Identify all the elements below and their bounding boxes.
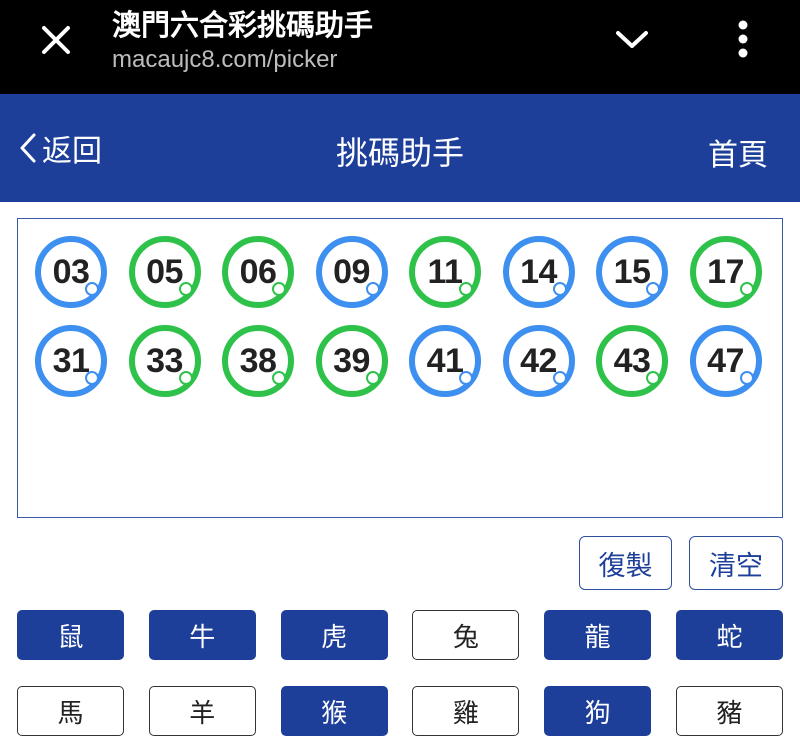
number-ball[interactable]: 11 (409, 236, 481, 308)
number-ball[interactable]: 33 (128, 325, 201, 397)
more-options-button[interactable] (720, 14, 766, 64)
zodiac-button[interactable]: 虎 (280, 610, 388, 660)
zodiac-button[interactable]: 狗 (544, 686, 652, 736)
chevron-down-icon (616, 31, 648, 48)
ball-gloss-icon (272, 371, 286, 385)
number-ball-grid: 03 05 06 09 11 14 15 17 31 33 38 39 41 42 43 47 (35, 236, 775, 397)
ball-gloss-icon (552, 371, 567, 385)
zodiac-button[interactable]: 蛇 (675, 610, 783, 660)
zodiac-button[interactable]: 牛 (148, 610, 256, 660)
ball-gloss-icon (459, 282, 473, 296)
zodiac-button[interactable]: 猴 (280, 686, 388, 736)
ball-number: 38 (239, 341, 277, 380)
ball-number: 42 (520, 341, 557, 380)
ball-number: 11 (427, 252, 463, 291)
ball-gloss-icon (272, 282, 286, 296)
ball-number: 39 (333, 341, 370, 380)
ball-gloss-icon (178, 282, 193, 296)
page-title: 挑碼助手 (335, 134, 464, 172)
copy-button[interactable]: 復製 (579, 536, 672, 590)
browser-toolbar: 澳門六合彩挑碼助手 macaujc8.com/picker (0, 0, 800, 94)
zodiac-button[interactable]: 雞 (412, 686, 520, 736)
number-ball[interactable]: 47 (689, 325, 762, 397)
ball-number: 41 (426, 341, 464, 380)
zodiac-button[interactable]: 羊 (148, 686, 256, 736)
home-link[interactable]: 首頁 (708, 130, 768, 174)
number-ball[interactable]: 03 (35, 236, 107, 308)
selected-numbers-panel: 03 05 06 09 11 14 15 17 31 33 38 39 41 42 43 47 (17, 218, 783, 518)
close-icon (42, 26, 70, 54)
number-ball[interactable]: 41 (409, 325, 481, 397)
ball-gloss-icon (646, 371, 660, 385)
clear-button[interactable]: 清空 (689, 536, 783, 590)
number-ball[interactable]: 14 (502, 236, 575, 308)
number-ball[interactable]: 09 (315, 236, 388, 308)
ball-gloss-icon (739, 282, 754, 296)
ball-number: 15 (613, 252, 651, 291)
zodiac-button[interactable]: 鼠 (17, 610, 124, 660)
number-ball[interactable]: 43 (596, 325, 668, 397)
ball-number: 31 (52, 341, 90, 380)
number-ball[interactable]: 06 (222, 236, 294, 308)
number-ball[interactable]: 31 (35, 325, 107, 397)
zodiac-button[interactable]: 馬 (17, 686, 124, 736)
number-ball[interactable]: 39 (315, 325, 388, 397)
ball-number: 06 (239, 252, 277, 291)
zodiac-button[interactable]: 兔 (412, 610, 520, 660)
ball-gloss-icon (739, 371, 754, 385)
ball-gloss-icon (178, 371, 193, 385)
ball-number: 17 (707, 252, 744, 291)
number-ball[interactable]: 05 (128, 236, 201, 308)
ball-gloss-icon (459, 371, 473, 385)
ball-number: 05 (146, 252, 183, 291)
ball-gloss-icon (365, 371, 380, 385)
zodiac-selector: 鼠牛虎兔龍蛇馬羊猴雞狗豬 (17, 610, 783, 736)
browser-page-title: 澳門六合彩挑碼助手 (112, 8, 374, 42)
ball-number: 14 (520, 252, 557, 291)
zodiac-button[interactable]: 龍 (544, 610, 652, 660)
browser-url[interactable]: macaujc8.com/picker (112, 46, 337, 74)
number-ball[interactable]: 38 (222, 325, 294, 397)
ball-number: 43 (613, 341, 651, 380)
expand-toolbar-button[interactable] (606, 20, 658, 60)
close-tab-button[interactable] (30, 20, 82, 60)
ball-number: 09 (333, 252, 370, 291)
number-ball[interactable]: 15 (596, 236, 668, 308)
ball-gloss-icon (85, 371, 99, 385)
ball-gloss-icon (646, 282, 660, 296)
ball-gloss-icon (552, 282, 567, 296)
number-ball[interactable]: 42 (502, 325, 575, 397)
ball-gloss-icon (365, 282, 380, 296)
more-vert-icon (738, 20, 748, 58)
number-ball[interactable]: 17 (689, 236, 762, 308)
ball-number: 03 (52, 252, 90, 291)
ball-gloss-icon (85, 282, 99, 296)
ball-number: 47 (707, 341, 744, 380)
app-header: 返回 挑碼助手 首頁 (0, 94, 800, 202)
ball-number: 33 (146, 341, 183, 380)
zodiac-button[interactable]: 豬 (675, 686, 783, 736)
